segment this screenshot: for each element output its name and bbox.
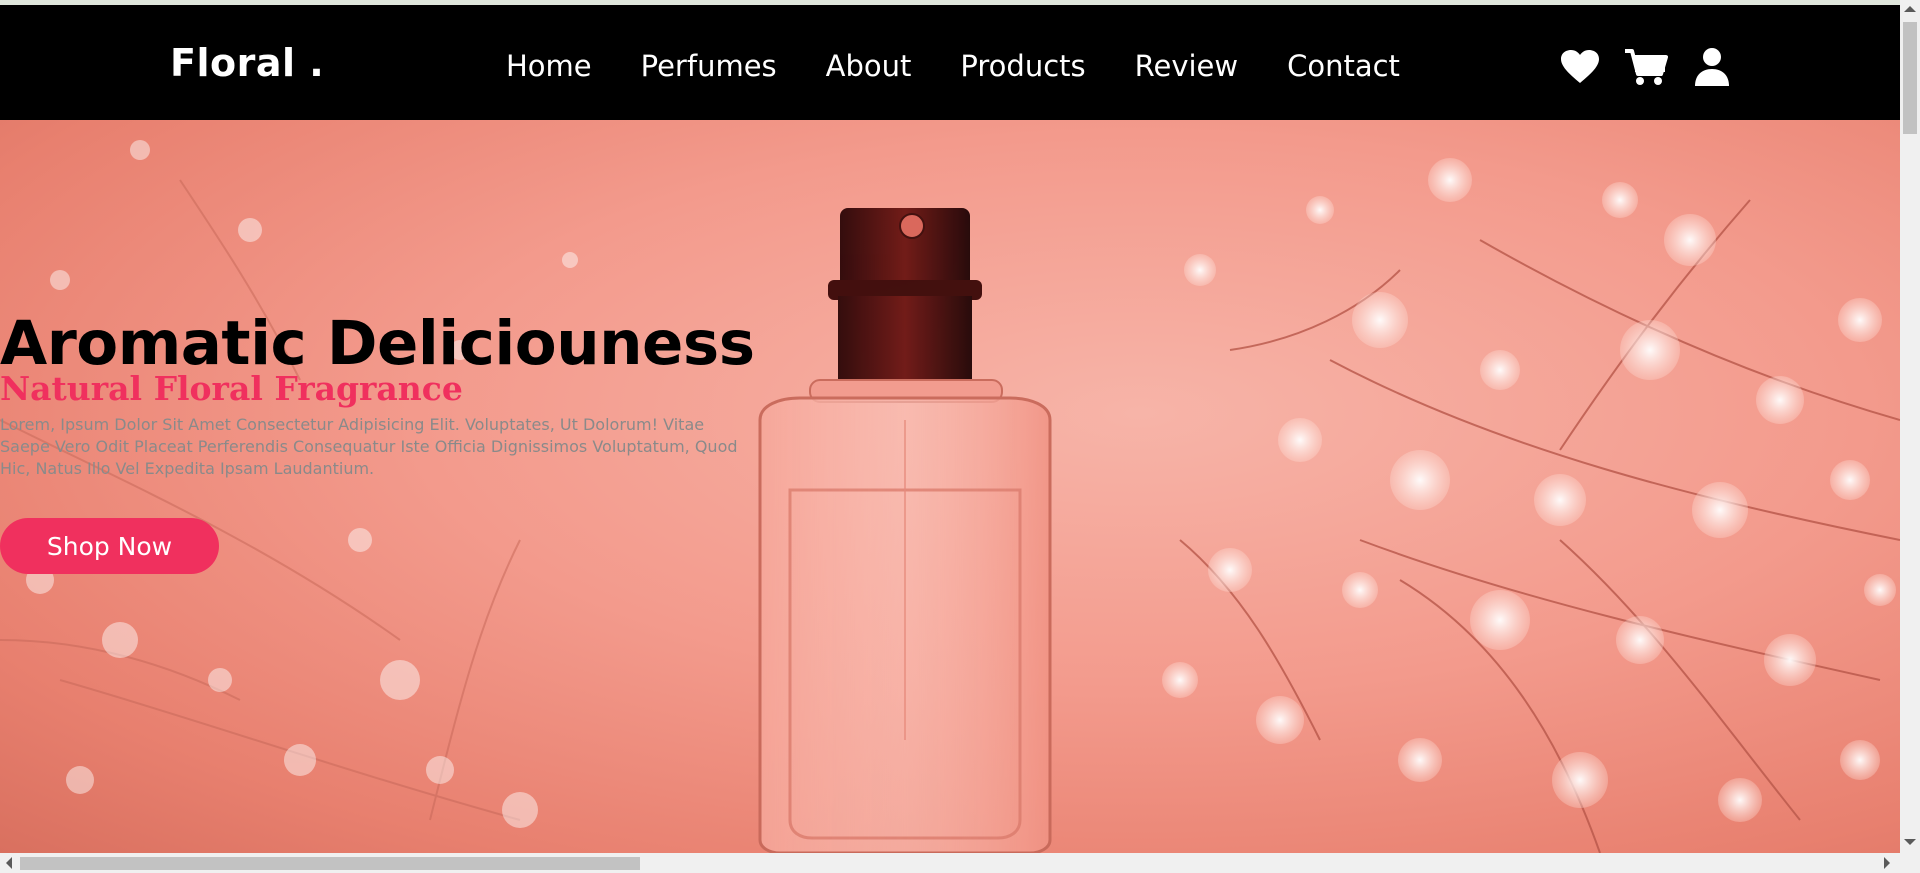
horizontal-scroll-thumb[interactable] [20,857,640,870]
cart-icon[interactable] [1624,45,1668,89]
hero-text: Aromatic Deliciouness Natural Floral Fra… [0,310,760,480]
vertical-scroll-thumb[interactable] [1903,22,1917,134]
heart-icon[interactable] [1558,45,1602,89]
nav-link-review[interactable]: Review [1135,49,1238,83]
nav-link-products[interactable]: Products [960,49,1085,83]
perfume-bottle [758,208,1052,853]
nav-icons [1558,45,1734,89]
nav-link-about[interactable]: About [826,49,912,83]
nav-links: Home Perfumes About Products Review Cont… [506,49,1449,83]
scroll-down-arrow-icon[interactable] [1904,839,1916,845]
hero-description: Lorem, Ipsum Dolor Sit Amet Consectetur … [0,415,738,478]
vertical-scrollbar[interactable] [1900,0,1920,853]
scroll-up-arrow-icon[interactable] [1904,6,1916,12]
shop-now-button[interactable]: Shop Now [0,518,219,574]
nav-link-home[interactable]: Home [506,49,592,83]
logo[interactable]: Floral . [170,41,324,85]
scroll-right-arrow-icon[interactable] [1884,857,1890,869]
hero-section: Aromatic Deliciouness Natural Floral Fra… [0,120,1900,853]
navbar: Floral . Home Perfumes About Products Re… [0,5,1900,120]
scroll-left-arrow-icon[interactable] [6,857,12,869]
hero-background-image [0,140,1900,853]
nav-link-contact[interactable]: Contact [1287,49,1400,83]
nav-link-perfumes[interactable]: Perfumes [641,49,777,83]
horizontal-scrollbar[interactable] [0,853,1920,873]
hero-title: Aromatic Deliciouness [0,308,755,379]
user-icon[interactable] [1690,45,1734,89]
